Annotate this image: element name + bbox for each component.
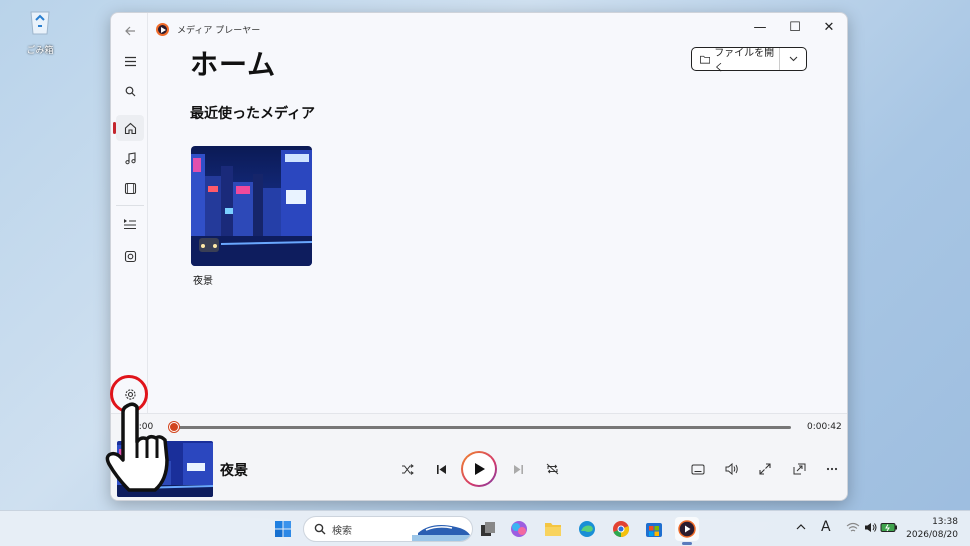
app-title: メディア プレーヤー (177, 26, 261, 36)
clock-date: 2026/08/20 (906, 530, 958, 540)
sidebar-item-video[interactable] (116, 175, 144, 201)
taskbar-clock[interactable]: 13:38 2026/08/20 (906, 516, 958, 542)
sidebar-item-play-queue[interactable] (116, 211, 144, 237)
minimize-button[interactable]: — (743, 15, 777, 39)
film-icon (124, 182, 136, 194)
wifi-icon (846, 522, 860, 532)
next-icon (513, 464, 523, 474)
search-highlight-illustration-icon (412, 525, 472, 541)
start-button[interactable] (271, 517, 295, 541)
more-options-icon (826, 467, 838, 471)
copilot-button[interactable] (507, 517, 531, 541)
recycle-bin-label: ごみ箱 (26, 46, 54, 56)
page-title: ホーム (190, 48, 277, 81)
sidebar-item-music[interactable] (116, 145, 144, 171)
recycle-bin[interactable]: ごみ箱 (20, 6, 60, 56)
open-file-dropdown-button[interactable] (780, 56, 806, 62)
folder-icon (545, 523, 561, 536)
media-title: 夜景 (193, 276, 213, 287)
windows-logo-icon (275, 521, 291, 537)
media-player-window: メディア プレーヤー — ☐ ✕ ホーム ファイルを開く 最近使ったメディア 夜… (110, 12, 848, 501)
sidebar-item-home[interactable] (113, 115, 144, 141)
edge-browser-icon (579, 521, 595, 537)
repeat-button[interactable] (540, 457, 564, 481)
mini-player-icon (793, 463, 805, 475)
media-player-taskbar-button[interactable] (675, 517, 699, 541)
search-button[interactable] (116, 78, 144, 104)
fullscreen-icon (759, 463, 771, 475)
task-view-button[interactable] (476, 517, 500, 541)
search-icon (314, 523, 326, 535)
media-thumbnail (191, 146, 312, 266)
search-placeholder: 検索 (332, 525, 352, 537)
edge-button[interactable] (575, 517, 599, 541)
play-button[interactable] (461, 451, 497, 487)
taskbar: 検索 A 13:38 2026/08/20 (0, 510, 970, 546)
show-hidden-icons-button[interactable] (796, 522, 806, 533)
seek-bar[interactable] (173, 426, 791, 429)
taskbar-search[interactable]: 検索 (303, 516, 473, 542)
recycle-bin-icon (30, 11, 50, 35)
file-explorer-button[interactable] (541, 517, 565, 541)
more-options-button[interactable] (820, 457, 844, 481)
search-icon (125, 86, 135, 96)
sidebar (111, 13, 148, 413)
recent-media-card[interactable]: 夜景 (191, 146, 312, 287)
play-icon (474, 463, 485, 475)
shuffle-button[interactable] (395, 457, 419, 481)
title-bar: メディア プレーヤー — ☐ ✕ (111, 13, 847, 43)
mini-player-button[interactable] (787, 457, 811, 481)
section-title-recent-media: 最近使ったメディア (190, 106, 316, 122)
fullscreen-button[interactable] (753, 457, 777, 481)
store-icon (646, 523, 662, 537)
sidebar-divider (116, 205, 144, 206)
shuffle-icon (401, 463, 414, 475)
chrome-browser-icon (613, 521, 630, 538)
maximize-button[interactable]: ☐ (778, 15, 812, 39)
pointing-hand-icon (105, 402, 169, 492)
captions-button[interactable] (686, 457, 710, 481)
network-button[interactable] (846, 522, 860, 536)
open-file-button[interactable]: ファイルを開く (692, 48, 780, 74)
hamburger-icon (124, 56, 136, 66)
total-time: 0:00:42 (807, 422, 842, 432)
now-playing-title: 夜景 (220, 463, 248, 479)
open-file-label: ファイルを開く (714, 48, 775, 74)
repeat-off-icon (546, 463, 558, 475)
next-button[interactable] (506, 457, 530, 481)
sidebar-item-playlists[interactable] (116, 243, 144, 269)
close-button[interactable]: ✕ (812, 15, 846, 39)
menu-button[interactable] (116, 48, 144, 74)
chevron-up-icon (796, 524, 806, 530)
battery-charging-icon (880, 523, 897, 532)
clock-time: 13:38 (932, 517, 958, 527)
app-logo-icon (156, 23, 169, 36)
volume-button[interactable] (720, 457, 744, 481)
open-file-split-button: ファイルを開く (691, 47, 807, 74)
home-icon (124, 122, 136, 134)
previous-button[interactable] (429, 457, 453, 481)
captions-icon (691, 464, 705, 474)
music-note-icon (124, 151, 136, 164)
media-player-icon (678, 520, 696, 538)
copilot-icon (511, 521, 527, 537)
task-view-icon (481, 522, 495, 536)
volume-tray-button[interactable] (864, 522, 878, 536)
previous-icon (436, 464, 446, 474)
active-app-indicator (682, 542, 692, 545)
volume-icon (725, 463, 738, 475)
ime-indicator[interactable]: A (821, 519, 831, 535)
player-bar: 0:00 0:00:42 夜景 (111, 413, 847, 500)
chevron-down-icon (789, 56, 797, 62)
queue-icon (124, 219, 136, 230)
chrome-button[interactable] (609, 517, 633, 541)
battery-button[interactable] (880, 522, 898, 536)
playlist-icon (124, 250, 136, 262)
folder-icon (700, 55, 711, 64)
microsoft-store-button[interactable] (642, 517, 666, 541)
speaker-icon (865, 523, 877, 532)
